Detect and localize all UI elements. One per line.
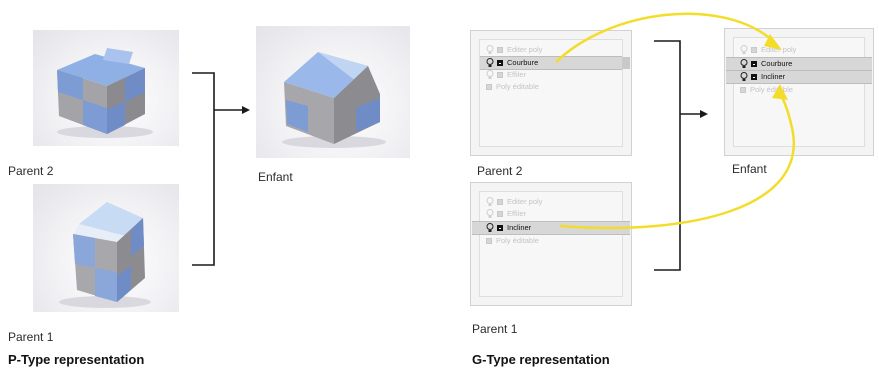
modifier-list: Editer poly Courbure Incliner Poly édita… [726,37,872,147]
stack-row-label: Courbure [761,59,793,68]
g-crossover-bracket [654,40,708,271]
stack-row-label: Effiler [507,209,527,218]
stack-row-label: Poly éditable [496,82,539,91]
stack-row-label: Courbure [507,58,539,67]
stack-row-editer-poly[interactable]: Editer poly [480,44,622,56]
expand-icon[interactable] [486,238,492,244]
stack-row-label: Incliner [761,72,786,81]
g-child-label: Enfant [732,162,767,176]
expand-icon[interactable] [497,72,503,78]
stack-row-incliner[interactable]: Incliner [472,221,630,235]
p-type-heading: P-Type representation [8,352,145,367]
modifier-list: Editer poly Courbure Effiler Poly éditab… [479,39,630,147]
stack-row-poly-editable[interactable]: Poly éditable [480,235,622,247]
stack-row-label: Incliner [507,223,532,232]
expand-icon[interactable] [751,47,757,53]
g-type-heading: G-Type representation [472,352,610,367]
scroll-tab [622,57,630,69]
g-parent1-stack-panel: Editer poly Effiler Incliner Poly éditab… [470,182,632,306]
stack-row-courbure[interactable]: Courbure [726,57,872,71]
stack-row-effiler[interactable]: Effiler [480,69,622,81]
parent2-cube-image [57,48,153,138]
expand-icon[interactable] [497,199,503,205]
lightbulb-icon[interactable] [486,197,494,207]
g-parent1-label: Parent 1 [472,322,518,336]
stack-row-poly-editable[interactable]: Poly éditable [734,84,864,96]
parent1-render [33,184,179,312]
g-child-stack-panel: Editer poly Courbure Incliner Poly édita… [724,28,874,156]
parent1-cube-image [59,202,151,308]
child-house-image [282,52,386,148]
stack-row-poly-editable[interactable]: Poly éditable [480,81,622,93]
modifier-list: Editer poly Effiler Incliner Poly éditab… [472,191,630,297]
expand-icon[interactable] [497,47,503,53]
expand-icon[interactable] [751,74,757,80]
lightbulb-icon[interactable] [740,72,748,82]
stack-row-editer-poly[interactable]: Editer poly [480,196,622,208]
expand-icon[interactable] [486,84,492,90]
stack-row-courbure[interactable]: Courbure [480,56,630,70]
stack-row-effiler[interactable]: Effiler [480,208,622,220]
stack-row-incliner[interactable]: Incliner [726,70,872,84]
expand-icon[interactable] [751,61,757,67]
stack-row-label: Poly éditable [496,236,539,245]
p-parent2-label: Parent 2 [8,164,54,178]
stack-row-label: Editer poly [761,45,797,54]
lightbulb-icon[interactable] [486,209,494,219]
p-crossover-bracket [192,72,250,266]
expand-icon[interactable] [497,60,503,66]
lightbulb-icon[interactable] [486,223,494,233]
g-parent2-label: Parent 2 [477,164,523,178]
expand-icon[interactable] [740,87,746,93]
lightbulb-icon[interactable] [740,45,748,55]
lightbulb-icon[interactable] [486,45,494,55]
stack-row-label: Poly éditable [750,85,793,94]
stack-row-editer-poly[interactable]: Editer poly [734,44,864,56]
expand-icon[interactable] [497,211,503,217]
expand-icon[interactable] [497,225,503,231]
p-child-label: Enfant [258,170,293,184]
lightbulb-icon[interactable] [486,70,494,80]
lightbulb-icon[interactable] [740,59,748,69]
stack-row-label: Editer poly [507,45,543,54]
stack-row-label: Effiler [507,70,527,79]
stack-row-label: Editer poly [507,197,543,206]
g-parent2-stack-panel: Editer poly Courbure Effiler Poly éditab… [470,30,632,156]
child-render [256,26,410,158]
p-parent1-label: Parent 1 [8,330,54,344]
lightbulb-icon[interactable] [486,58,494,68]
parent2-render [33,30,179,146]
